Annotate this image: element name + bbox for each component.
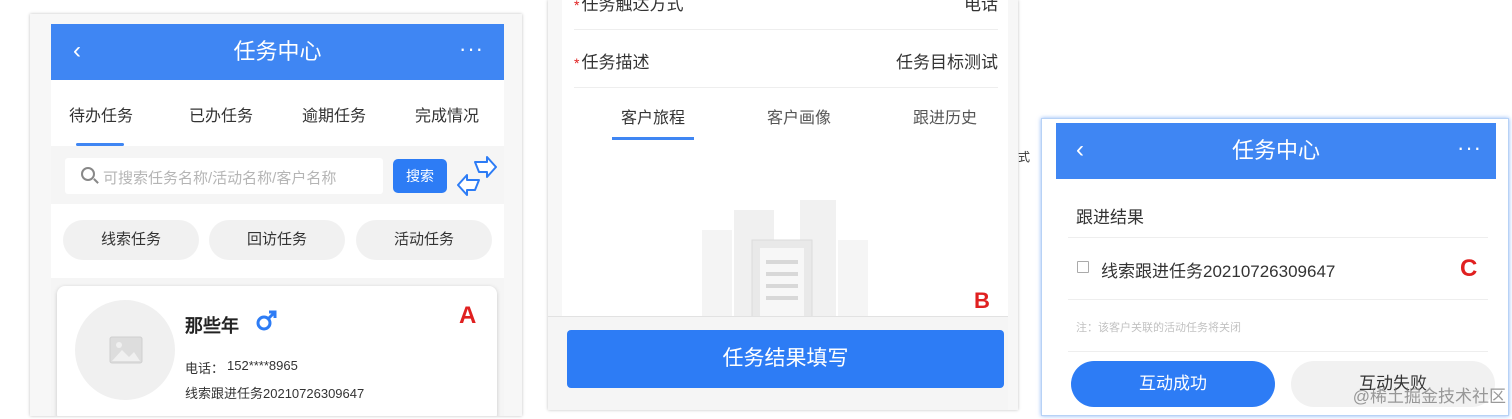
nav-bar: ‹ 任务中心 ··· [1056, 123, 1496, 179]
image-placeholder-icon [109, 336, 143, 364]
fill-task-result-button[interactable]: 任务结果填写 [567, 330, 1004, 388]
detail-row-contact-method: * 任务触达方式 电话 [574, 0, 998, 30]
task-name: 线索跟进任务20210726309647 [185, 386, 365, 401]
annotation-marker-b: B [974, 288, 990, 313]
customer-name: 那些年 [185, 316, 239, 336]
panel-c-follow-result: ‹ 任务中心 ··· 跟进结果 线索跟进任务20210726309647 C 注… [1041, 118, 1509, 416]
note-text: 注：该客户关联的活动任务将关闭 [1076, 322, 1241, 334]
divider [1068, 351, 1488, 352]
panel-a-task-list: ‹ 任务中心 ··· 待办任务 已办任务 逾期任务 完成情况 可搜索任务名称/活… [30, 14, 522, 416]
phone-screen-a: ‹ 任务中心 ··· 待办任务 已办任务 逾期任务 完成情况 可搜索任务名称/活… [51, 24, 504, 416]
chip-activity-task[interactable]: 活动任务 [356, 220, 492, 260]
interaction-success-button[interactable]: 互动成功 [1071, 361, 1275, 407]
section-title: 跟进结果 [1076, 208, 1144, 227]
field-value: 任务目标测试 [896, 53, 998, 72]
search-placeholder: 可搜索任务名称/活动名称/客户名称 [103, 170, 337, 187]
page-title: 任务中心 [1231, 138, 1320, 163]
clipped-text-fragment: 式 [1018, 150, 1031, 164]
search-row: 可搜索任务名称/活动名称/客户名称 搜索 [51, 146, 504, 204]
divider [1068, 299, 1488, 300]
customer-card[interactable]: 那些年 电话： 152****8965 线索跟进任务20210726309647… [57, 286, 497, 416]
tab-customer-journey[interactable]: 客户旅程 [588, 104, 718, 128]
tab-overdue[interactable]: 逾期任务 [284, 102, 384, 126]
male-icon [256, 310, 277, 331]
swap-arrows-icon[interactable] [457, 156, 497, 196]
phone-label: 电话： [185, 361, 225, 376]
page-title: 任务中心 [233, 39, 322, 64]
tab-follow-history[interactable]: 跟进历史 [880, 104, 1010, 128]
empty-state-illustration [702, 200, 868, 320]
chip-lead-task[interactable]: 线索任务 [63, 220, 199, 260]
tab-completion[interactable]: 完成情况 [397, 102, 497, 126]
checkbox-label[interactable]: 线索跟进任务20210726309647 [1101, 257, 1335, 282]
active-tab-indicator [612, 137, 694, 140]
task-checkbox[interactable] [1077, 261, 1089, 273]
panel-b-task-detail: * 任务触达方式 电话 * 任务描述 任务目标测试 客户旅程 客户画像 跟进历史 任… [548, 0, 1018, 410]
phone-screen-c: ‹ 任务中心 ··· 跟进结果 线索跟进任务20210726309647 C 注… [1056, 123, 1496, 415]
task-tabs: 待办任务 已办任务 逾期任务 完成情况 [51, 80, 504, 146]
nav-bar: ‹ 任务中心 ··· [51, 24, 504, 80]
tab-done[interactable]: 已办任务 [171, 102, 271, 126]
tab-todo[interactable]: 待办任务 [51, 102, 151, 126]
detail-row-description: * 任务描述 任务目标测试 [574, 30, 998, 88]
field-value: 电话 [964, 0, 998, 14]
search-icon [81, 167, 95, 181]
tab-customer-profile[interactable]: 客户画像 [734, 104, 864, 128]
more-icon[interactable]: ··· [1457, 135, 1482, 161]
field-label: * 任务触达方式 [574, 0, 684, 14]
annotation-marker-c: C [1460, 255, 1478, 282]
chip-revisit-task[interactable]: 回访任务 [209, 220, 345, 260]
divider [1068, 237, 1488, 238]
search-button[interactable]: 搜索 [393, 159, 447, 193]
watermark: @稀土掘金技术社区 [1352, 387, 1506, 406]
field-label: * 任务描述 [574, 53, 650, 72]
annotation-marker-a: A [459, 302, 477, 329]
search-input[interactable]: 可搜索任务名称/活动名称/客户名称 [65, 158, 383, 194]
task-type-chips: 线索任务 回访任务 活动任务 [51, 204, 504, 278]
phone-value: 152****8965 [227, 358, 298, 373]
more-icon[interactable]: ··· [459, 36, 484, 62]
detail-tabs: 客户旅程 客户画像 跟进历史 [562, 88, 1008, 142]
avatar [75, 300, 175, 400]
